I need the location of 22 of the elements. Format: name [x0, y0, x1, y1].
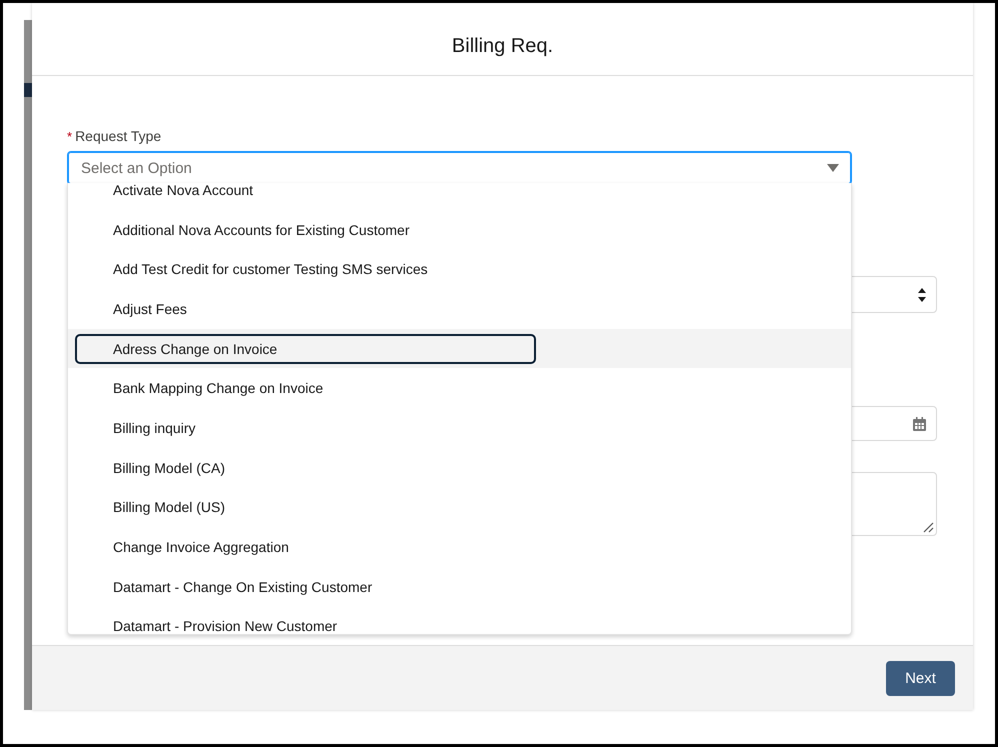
dropdown-option[interactable]: Adjust Fees: [75, 294, 187, 324]
required-mark: *: [67, 129, 72, 144]
dropdown-option[interactable]: Activate Nova Account: [75, 183, 254, 205]
dropdown-option[interactable]: Bank Mapping Change on Invoice: [75, 373, 324, 404]
dropdown-option[interactable]: Add Test Credit for customer Testing SMS services: [75, 254, 428, 284]
dropdown-option[interactable]: Billing Model (US): [75, 492, 226, 522]
dropdown-option[interactable]: Datamart - Change On Existing Customer: [75, 572, 372, 602]
resize-grip-icon: [923, 522, 934, 533]
next-button[interactable]: Next: [886, 660, 955, 696]
dropdown-option[interactable]: Adress Change on Invoice: [75, 334, 536, 364]
request-type-dropdown[interactable]: Select an Option: [67, 151, 852, 185]
up-down-arrows-icon: [918, 288, 926, 302]
dropdown-option[interactable]: Change Invoice Aggregation: [75, 532, 289, 562]
caret-down-icon: [827, 164, 839, 172]
nav-bar: [24, 83, 32, 97]
dropdown-option[interactable]: Billing Model (CA): [75, 452, 226, 483]
dialog-title: Billing Req.: [452, 34, 554, 58]
dropdown-option[interactable]: Additional Nova Accounts for Existing Customer: [75, 214, 410, 245]
dropdown-option[interactable]: Billing inquiry: [75, 412, 196, 443]
dropdown-option[interactable]: Datamart - Provision New Customer: [75, 611, 338, 634]
field-label: Request Type: [75, 128, 162, 144]
calendar-icon: [913, 416, 926, 430]
